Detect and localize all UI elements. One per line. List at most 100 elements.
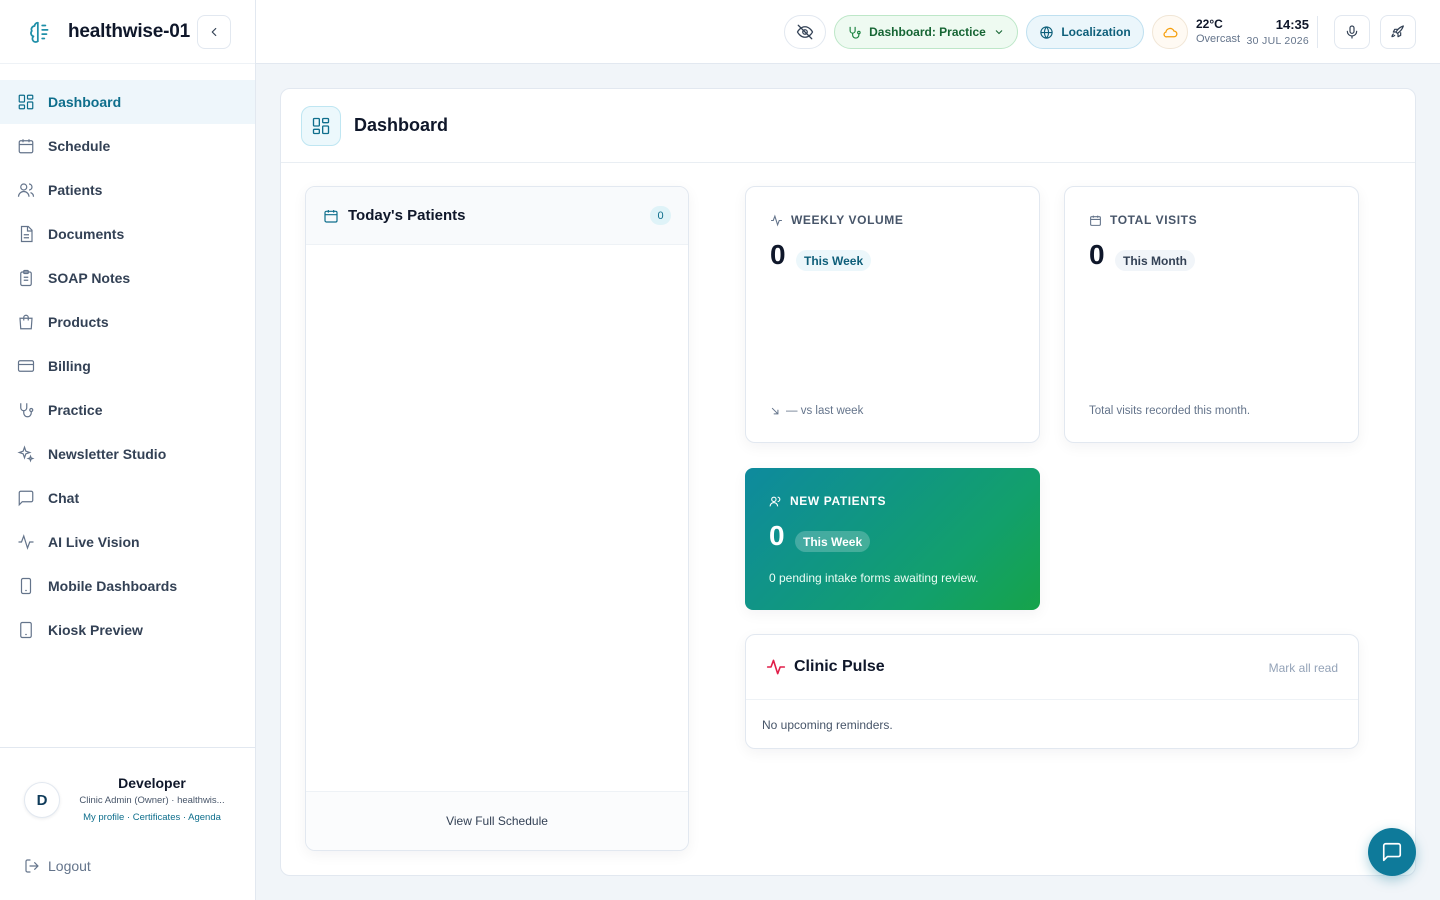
sidebar-item-label: Kiosk Preview bbox=[48, 622, 143, 638]
sidebar-item-label: Newsletter Studio bbox=[48, 446, 167, 462]
avatar[interactable]: D bbox=[24, 782, 60, 818]
dashboard-grid-icon bbox=[17, 93, 35, 111]
sidebar-item-ai-live-vision[interactable]: AI Live Vision bbox=[0, 520, 255, 564]
sidebar-item-chat[interactable]: Chat bbox=[0, 476, 255, 520]
new-patients-card: NEW PATIENTS 0 This Week 0 pending intak… bbox=[745, 468, 1040, 610]
user-role: Clinic Admin (Owner) · healthwis... bbox=[79, 795, 225, 806]
calendar-icon bbox=[17, 137, 35, 155]
calendar-icon bbox=[1090, 215, 1101, 226]
message-square-icon bbox=[17, 489, 35, 507]
sidebar-item-newsletter-studio[interactable]: Newsletter Studio bbox=[0, 432, 255, 476]
total-visits-label-row: TOTAL VISITS bbox=[1089, 213, 1197, 227]
globe-icon bbox=[1040, 25, 1054, 39]
new-patients-label: NEW PATIENTS bbox=[790, 494, 887, 508]
new-patients-value: 0 bbox=[769, 520, 785, 551]
logout-button[interactable]: Logout bbox=[24, 858, 91, 874]
mark-all-read-button[interactable]: Mark all read bbox=[1269, 661, 1338, 675]
privacy-toggle-button[interactable] bbox=[784, 15, 826, 49]
app-name: healthwise-01 bbox=[68, 20, 191, 42]
view-full-schedule-link[interactable]: View Full Schedule bbox=[306, 791, 688, 850]
users-icon bbox=[17, 181, 35, 199]
sidebar-item-soap-notes[interactable]: SOAP Notes bbox=[0, 256, 255, 300]
temperature: 22°C bbox=[1196, 17, 1223, 31]
sidebar-item-label: Mobile Dashboards bbox=[48, 578, 178, 594]
sparkles-icon bbox=[17, 445, 35, 463]
sidebar-item-label: SOAP Notes bbox=[48, 270, 131, 286]
dashboard-mode-select[interactable]: Dashboard: Practice bbox=[834, 15, 1018, 49]
divider bbox=[1317, 16, 1318, 48]
activity-icon bbox=[17, 533, 35, 551]
collapse-sidebar-button[interactable] bbox=[197, 15, 231, 49]
top-bar: Dashboard: Practice Localization 22°C Ov… bbox=[256, 0, 1440, 64]
chat-fab-button[interactable] bbox=[1368, 828, 1416, 876]
weekly-volume-card: WEEKLY VOLUME 0 This Week — vs last week bbox=[745, 186, 1040, 443]
trend-text: — vs last week bbox=[786, 405, 864, 417]
new-patients-label-row: NEW PATIENTS bbox=[769, 494, 886, 508]
clipboard-icon bbox=[17, 269, 35, 287]
sidebar-item-label: Practice bbox=[48, 402, 103, 418]
weather-button[interactable] bbox=[1152, 15, 1188, 49]
sidebar-item-documents[interactable]: Documents bbox=[0, 212, 255, 256]
user-links[interactable]: My profile · Certificates · Agenda bbox=[72, 812, 232, 823]
weekly-volume-value: 0 bbox=[770, 239, 786, 270]
eye-off-icon bbox=[796, 24, 814, 40]
period-badge: This Week bbox=[795, 531, 871, 552]
sidebar-item-label: AI Live Vision bbox=[48, 534, 140, 550]
localization-label: Localization bbox=[1061, 25, 1131, 39]
quick-launch-button[interactable] bbox=[1380, 15, 1416, 49]
chevron-left-icon bbox=[211, 27, 217, 37]
sidebar: healthwise-01 Dashboard Schedule Patient… bbox=[0, 0, 256, 900]
sidebar-footer: D Developer Clinic Admin (Owner) · healt… bbox=[0, 747, 255, 874]
sidebar-item-practice[interactable]: Practice bbox=[0, 388, 255, 432]
todays-patients-card: Today's Patients 0 View Full Schedule bbox=[305, 186, 689, 851]
voice-input-button[interactable] bbox=[1334, 15, 1370, 49]
sidebar-item-dashboard[interactable]: Dashboard bbox=[0, 80, 255, 124]
period-badge: This Month bbox=[1115, 250, 1195, 271]
total-visits-caption: Total visits recorded this month. bbox=[1089, 405, 1251, 417]
users-icon bbox=[769, 496, 781, 506]
message-square-icon bbox=[1382, 842, 1402, 862]
total-visits-value: 0 bbox=[1089, 239, 1105, 270]
tablet-icon bbox=[17, 621, 35, 639]
localization-button[interactable]: Localization bbox=[1026, 15, 1144, 49]
cloud-icon bbox=[1162, 27, 1177, 37]
sidebar-item-label: Schedule bbox=[48, 138, 111, 154]
sidebar-item-mobile-dashboards[interactable]: Mobile Dashboards bbox=[0, 564, 255, 608]
document-icon bbox=[17, 225, 35, 243]
sidebar-item-label: Billing bbox=[48, 358, 91, 374]
trend-down-icon bbox=[771, 407, 779, 415]
sidebar-item-kiosk-preview[interactable]: Kiosk Preview bbox=[0, 608, 255, 652]
clinic-pulse-card: Clinic Pulse Mark all read No upcoming r… bbox=[745, 634, 1359, 749]
clinic-pulse-header: Clinic Pulse bbox=[746, 635, 1358, 700]
total-visits-card: TOTAL VISITS 0 This Month Total visits r… bbox=[1064, 186, 1359, 443]
weekly-volume-trend: — vs last week bbox=[770, 405, 863, 417]
todays-patients-header: Today's Patients 0 bbox=[306, 187, 688, 245]
stethoscope-icon bbox=[17, 401, 35, 419]
empty-reminders-text: No upcoming reminders. bbox=[762, 718, 893, 732]
sidebar-item-billing[interactable]: Billing bbox=[0, 344, 255, 388]
sidebar-item-label: Dashboard bbox=[48, 94, 122, 110]
sidebar-item-label: Patients bbox=[48, 182, 103, 198]
brain-logo-icon bbox=[26, 18, 54, 46]
rocket-icon bbox=[1391, 25, 1404, 38]
sidebar-item-patients[interactable]: Patients bbox=[0, 168, 255, 212]
pending-intake-text: 0 pending intake forms awaiting review. bbox=[769, 571, 979, 585]
sidebar-item-products[interactable]: Products bbox=[0, 300, 255, 344]
chevron-down-icon bbox=[995, 30, 1003, 35]
sidebar-item-label: Documents bbox=[48, 226, 125, 242]
period-badge: This Week bbox=[796, 250, 872, 271]
logout-label: Logout bbox=[48, 858, 91, 874]
sidebar-nav: Dashboard Schedule Patients Documents SO… bbox=[0, 80, 255, 652]
credit-card-icon bbox=[17, 357, 35, 375]
shopping-bag-icon bbox=[17, 313, 35, 331]
total-visits-label: TOTAL VISITS bbox=[1110, 213, 1198, 227]
clock-date: 30 JUL 2026 bbox=[1246, 35, 1309, 47]
microphone-icon bbox=[1346, 25, 1358, 39]
user-name: Developer bbox=[118, 775, 186, 791]
sidebar-item-label: Chat bbox=[48, 490, 80, 506]
sidebar-item-schedule[interactable]: Schedule bbox=[0, 124, 255, 168]
todays-patients-title: Today's Patients bbox=[348, 207, 466, 224]
calendar-icon bbox=[324, 209, 338, 223]
count-badge: 0 bbox=[650, 206, 671, 225]
weekly-volume-label-row: WEEKLY VOLUME bbox=[770, 213, 903, 227]
